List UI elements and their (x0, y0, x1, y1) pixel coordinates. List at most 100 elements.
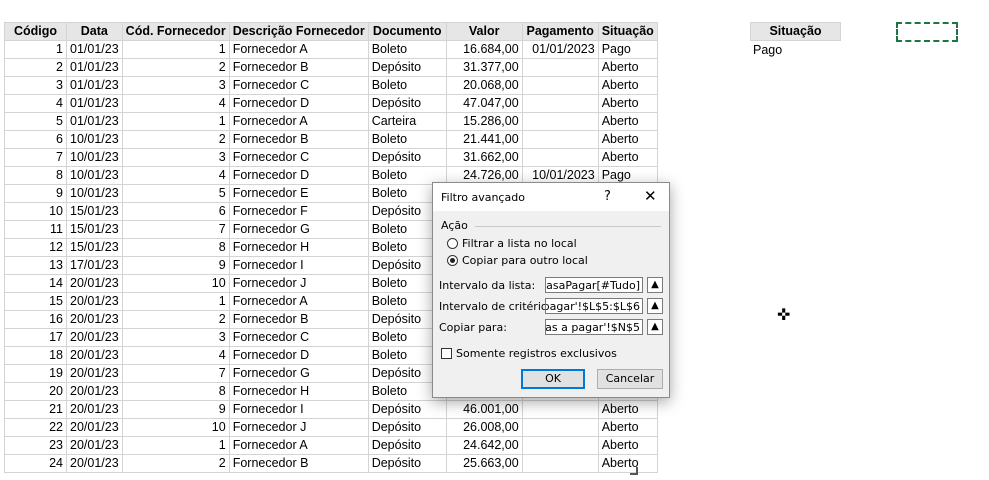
table-cell[interactable] (521, 418, 599, 437)
table-cell[interactable]: Fornecedor H (228, 382, 369, 401)
table-cell[interactable]: 2 (121, 58, 230, 77)
unique-records-checkbox[interactable]: Somente registros exclusivos (441, 347, 617, 360)
table-cell[interactable]: 21.441,00 (445, 130, 523, 149)
list-range-collapse-button[interactable]: ▲ (647, 277, 663, 293)
table-cell[interactable]: Aberto (597, 418, 658, 437)
table-cell[interactable]: 1 (121, 40, 230, 59)
table-cell[interactable] (521, 94, 599, 113)
table-cell[interactable]: Boleto (367, 130, 447, 149)
column-header[interactable]: Código (4, 22, 67, 41)
column-header[interactable]: Data (66, 22, 123, 41)
table-cell[interactable]: Aberto (597, 76, 658, 95)
table-cell[interactable]: Fornecedor C (228, 76, 369, 95)
table-cell[interactable]: 9 (121, 256, 230, 275)
table-cell[interactable] (521, 436, 599, 455)
table-cell[interactable]: 3 (121, 328, 230, 347)
table-cell[interactable]: 2 (121, 454, 230, 473)
ok-button[interactable]: OK (521, 369, 585, 389)
table-cell[interactable]: 1 (121, 436, 230, 455)
table-resize-handle[interactable] (630, 467, 638, 475)
table-cell[interactable]: 1 (4, 40, 67, 59)
table-cell[interactable]: Depósito (367, 418, 447, 437)
table-cell[interactable]: 8 (121, 238, 230, 257)
table-cell[interactable]: Pago (597, 40, 658, 59)
table-cell[interactable]: Fornecedor A (228, 40, 369, 59)
table-cell[interactable]: 20/01/23 (66, 310, 123, 329)
table-cell[interactable]: 20/01/23 (66, 436, 123, 455)
table-cell[interactable]: 10/01/23 (66, 130, 123, 149)
table-cell[interactable]: Aberto (597, 148, 658, 167)
table-cell[interactable]: 15 (4, 292, 67, 311)
table-cell[interactable]: Depósito (367, 436, 447, 455)
table-cell[interactable]: 5 (4, 112, 67, 131)
table-cell[interactable]: 01/01/23 (66, 76, 123, 95)
column-header[interactable]: Documento (367, 22, 447, 41)
table-cell[interactable] (521, 76, 599, 95)
table-cell[interactable]: 12 (4, 238, 67, 257)
table-cell[interactable]: 01/01/23 (66, 58, 123, 77)
table-cell[interactable]: Boleto (367, 40, 447, 59)
table-cell[interactable]: 19 (4, 364, 67, 383)
column-header[interactable]: Situação (597, 22, 658, 41)
table-cell[interactable]: 7 (4, 148, 67, 167)
table-cell[interactable] (521, 112, 599, 131)
copy-to-collapse-button[interactable]: ▲ (647, 319, 663, 335)
table-cell[interactable]: 20 (4, 382, 67, 401)
list-range-input[interactable]: ContasaPagar[#Tudo] (545, 277, 643, 293)
table-cell[interactable]: 17/01/23 (66, 256, 123, 275)
table-cell[interactable]: 16 (4, 310, 67, 329)
table-cell[interactable]: Fornecedor F (228, 202, 369, 221)
table-cell[interactable]: 20/01/23 (66, 292, 123, 311)
table-cell[interactable]: Fornecedor B (228, 58, 369, 77)
table-cell[interactable]: 9 (4, 184, 67, 203)
table-cell[interactable]: Fornecedor I (228, 400, 369, 419)
table-cell[interactable]: 10/01/23 (66, 148, 123, 167)
table-cell[interactable]: Fornecedor G (228, 220, 369, 239)
checkbox-unchecked-icon[interactable] (441, 348, 452, 359)
table-cell[interactable]: 20.068,00 (445, 76, 523, 95)
column-header[interactable]: Valor (445, 22, 523, 41)
table-cell[interactable]: Fornecedor I (228, 256, 369, 275)
table-cell[interactable]: 31.377,00 (445, 58, 523, 77)
table-cell[interactable]: Fornecedor B (228, 130, 369, 149)
table-cell[interactable] (521, 400, 599, 419)
table-cell[interactable]: Depósito (367, 94, 447, 113)
table-cell[interactable]: Fornecedor D (228, 166, 369, 185)
table-cell[interactable]: Aberto (597, 94, 658, 113)
table-cell[interactable]: Fornecedor B (228, 310, 369, 329)
copy-selection-marquee[interactable] (896, 22, 958, 42)
table-cell[interactable]: Fornecedor A (228, 436, 369, 455)
criteria-value-cell[interactable]: Pago (753, 42, 782, 59)
table-cell[interactable]: Aberto (597, 58, 658, 77)
table-cell[interactable]: 1 (121, 292, 230, 311)
table-cell[interactable]: Aberto (597, 112, 658, 131)
table-cell[interactable]: 10 (4, 202, 67, 221)
table-cell[interactable]: 10 (121, 274, 230, 293)
table-cell[interactable]: 11 (4, 220, 67, 239)
close-icon[interactable]: ✕ (644, 187, 657, 205)
radio-copy-to-location[interactable]: Copiar para outro local (447, 254, 588, 267)
table-cell[interactable]: 2 (121, 310, 230, 329)
table-cell[interactable]: 10/01/23 (66, 166, 123, 185)
table-cell[interactable]: Fornecedor E (228, 184, 369, 203)
table-cell[interactable]: 4 (121, 346, 230, 365)
table-cell[interactable]: Aberto (597, 454, 658, 473)
table-cell[interactable]: Carteira (367, 112, 447, 131)
table-cell[interactable]: Depósito (367, 400, 447, 419)
radio-unchecked-icon[interactable] (447, 238, 458, 249)
table-cell[interactable]: Boleto (367, 76, 447, 95)
table-cell[interactable]: 16.684,00 (445, 40, 523, 59)
table-cell[interactable]: Aberto (597, 436, 658, 455)
table-cell[interactable]: 25.663,00 (445, 454, 523, 473)
table-cell[interactable]: 15/01/23 (66, 220, 123, 239)
table-cell[interactable]: Fornecedor B (228, 454, 369, 473)
table-cell[interactable]: Fornecedor A (228, 112, 369, 131)
radio-checked-icon[interactable] (447, 255, 458, 266)
table-cell[interactable]: 31.662,00 (445, 148, 523, 167)
table-cell[interactable]: 17 (4, 328, 67, 347)
table-cell[interactable]: Fornecedor A (228, 292, 369, 311)
table-cell[interactable]: 01/01/23 (66, 112, 123, 131)
table-cell[interactable]: Fornecedor J (228, 274, 369, 293)
criteria-range-collapse-button[interactable]: ▲ (647, 298, 663, 314)
table-cell[interactable]: 9 (121, 400, 230, 419)
